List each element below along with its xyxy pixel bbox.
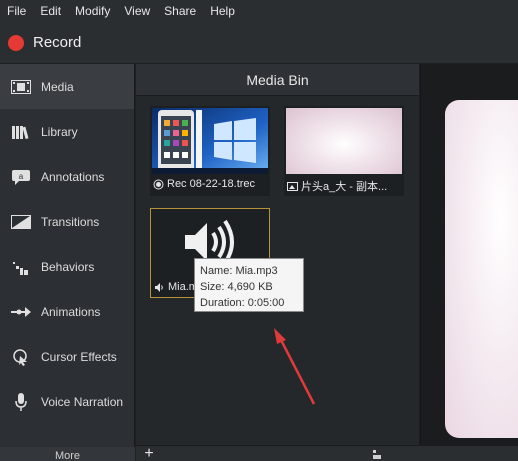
tools-sidebar: Media Library a Annotations Transitions …	[0, 64, 135, 461]
sidebar-item-library[interactable]: Library	[0, 109, 134, 154]
sidebar-item-cursor-effects[interactable]: Cursor Effects	[0, 334, 134, 379]
sidebar-item-animations[interactable]: Animations	[0, 289, 134, 334]
sidebar-item-behaviors[interactable]: Behaviors	[0, 244, 134, 289]
menu-file[interactable]: File	[7, 4, 26, 18]
media-tile-image[interactable]: 片头a_大 - 副本...	[284, 106, 404, 196]
annotation-arrow	[274, 328, 316, 405]
books-icon	[10, 123, 32, 141]
menu-edit[interactable]: Edit	[40, 4, 61, 18]
record-toolbar: Record	[0, 22, 518, 64]
tile-caption: 片头a_大 - 副本...	[287, 178, 401, 194]
image-thumbnail	[286, 108, 402, 174]
speaker-icon	[155, 282, 163, 292]
tooltip-size: Size: 4,690 KB	[200, 281, 273, 293]
microphone-icon	[10, 392, 32, 411]
speech-bubble-icon: a	[10, 168, 32, 186]
record-icon	[8, 34, 24, 51]
sidebar-item-label: Cursor Effects	[41, 349, 117, 364]
sidebar-item-label: Annotations	[41, 169, 105, 184]
media-tile-recording[interactable]: Rec 08-22-18.trec	[150, 106, 270, 196]
canvas-preview-area	[420, 64, 518, 445]
sidebar-item-label: Behaviors	[41, 259, 95, 274]
media-bin-bottom-bar: +	[136, 445, 518, 461]
sidebar-item-label: Voice Narration	[41, 394, 124, 409]
sidebar-item-transitions[interactable]: Transitions	[0, 199, 134, 244]
animation-arrow-icon	[10, 303, 32, 321]
record-label: Record	[33, 34, 82, 51]
canvas-frame[interactable]	[445, 100, 518, 438]
svg-text:a: a	[19, 172, 24, 181]
tooltip-name: Name: Mia.mp3	[200, 265, 278, 277]
menu-view[interactable]: View	[124, 4, 150, 18]
tile-caption-text: 片头a_大 - 副本...	[301, 181, 388, 193]
menu-help[interactable]: Help	[210, 4, 235, 18]
recording-icon	[153, 179, 164, 189]
tile-caption: Rec 08-22-18.trec	[153, 178, 267, 190]
tile-caption-text: Rec 08-22-18.trec	[167, 178, 256, 190]
image-icon	[287, 181, 298, 191]
more-button[interactable]: More	[0, 447, 135, 461]
sidebar-item-label: Transitions	[41, 214, 100, 229]
media-bin-title: Media Bin	[136, 64, 419, 96]
cursor-effects-icon	[10, 348, 32, 366]
transition-icon	[10, 213, 32, 231]
film-strip-icon	[10, 78, 32, 96]
record-button[interactable]: Record	[8, 34, 81, 51]
media-tooltip: Name: Mia.mp3 Size: 4,690 KB Duration: 0…	[194, 258, 304, 312]
add-media-button[interactable]: +	[140, 446, 158, 461]
menu-share[interactable]: Share	[164, 4, 196, 18]
behaviors-icon	[10, 258, 32, 276]
sort-icon[interactable]	[372, 449, 382, 460]
sidebar-item-label: Animations	[41, 304, 101, 319]
menu-bar: File Edit Modify View Share Help	[0, 0, 518, 22]
sidebar-item-annotations[interactable]: a Annotations	[0, 154, 134, 199]
recording-thumbnail	[152, 108, 268, 174]
sidebar-item-label: Library	[41, 124, 78, 139]
sidebar-item-media[interactable]: Media	[0, 64, 134, 109]
menu-modify[interactable]: Modify	[75, 4, 110, 18]
tooltip-duration: Duration: 0:05:00	[200, 297, 285, 309]
sidebar-item-label: Media	[41, 79, 74, 94]
sidebar-item-voice-narration[interactable]: Voice Narration	[0, 379, 134, 424]
